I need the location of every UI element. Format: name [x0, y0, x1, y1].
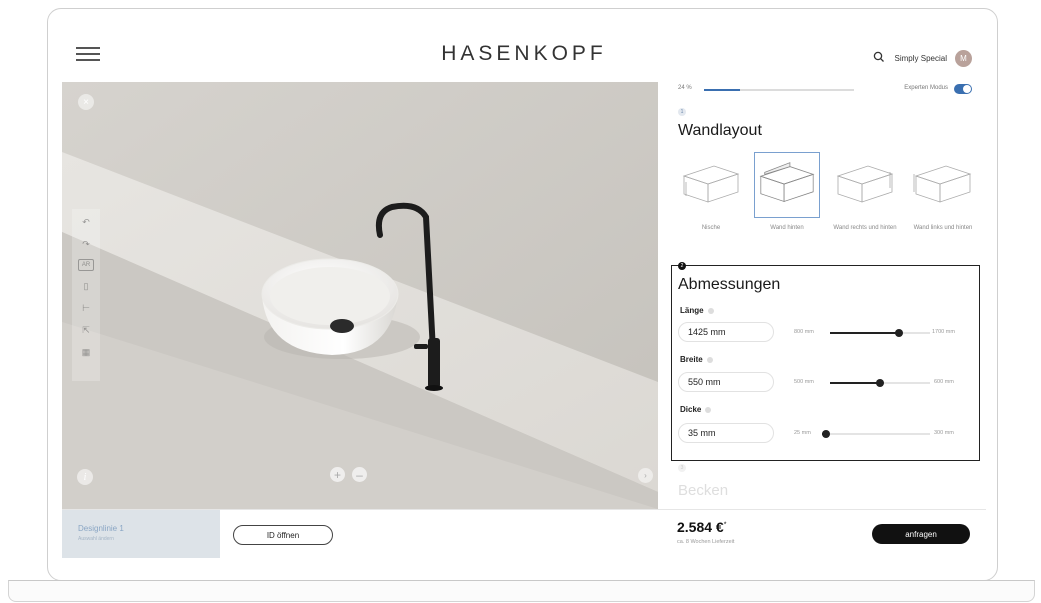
faucet-base: [425, 385, 443, 391]
menu-icon[interactable]: [76, 47, 100, 61]
zoom-in-icon[interactable]: +: [330, 467, 345, 482]
thickness-min-label: 25 mm: [794, 430, 811, 436]
step-2-indicator: 2: [678, 262, 686, 270]
dim-label-breite: Breite: [680, 355, 713, 364]
drain: [330, 319, 354, 333]
total-price: 2.584 €*: [677, 519, 726, 535]
width-min-label: 500 mm: [794, 379, 814, 385]
length-slider-handle[interactable]: [895, 329, 904, 337]
trash-icon[interactable]: ▯: [79, 279, 93, 293]
layout-option-wand-hinten[interactable]: Wand hinten: [754, 152, 820, 242]
progress-percent: 24 %: [678, 85, 692, 91]
layout-option-wand-rechts-und-hinten[interactable]: Wand rechts und hinten: [832, 152, 898, 242]
close-icon[interactable]: ×: [78, 94, 94, 110]
product-3d-viewer[interactable]: × ↶ ↷ AR ▯ ⊢ ⇱ ▦ i + – ›: [62, 82, 658, 509]
dim-label-text: Breite: [680, 355, 703, 364]
bowl-inside: [270, 267, 390, 325]
layout-option-label: Nische: [701, 225, 721, 231]
layout-option-image: [754, 152, 820, 218]
config-panel: 24 % Experten Modus 1 Wandlayout Nische …: [670, 82, 986, 509]
design-line-subtitle: Auswahl ändern: [78, 536, 114, 542]
price-footnote-mark: *: [723, 521, 727, 529]
length-input[interactable]: 1425 mm: [678, 322, 774, 342]
ar-icon[interactable]: AR: [78, 259, 94, 271]
laptop-base: [8, 580, 1035, 602]
section-title-wandlayout: Wandlayout: [678, 122, 762, 139]
step-1-indicator: 1: [678, 108, 686, 116]
layout-option-image: [678, 152, 744, 218]
dim-label-text: Dicke: [680, 405, 702, 414]
layout-option-image: [910, 152, 976, 218]
dim-label-laenge: Länge: [680, 306, 714, 315]
length-min-label: 800 mm: [794, 329, 814, 335]
layout-option-nische[interactable]: Nische: [678, 152, 744, 242]
info-icon[interactable]: i: [77, 469, 93, 485]
faucet-body: [428, 338, 440, 388]
width-max-label: 600 mm: [934, 379, 954, 385]
faucet-handle: [414, 344, 428, 349]
width-input[interactable]: 550 mm: [678, 372, 774, 392]
profile-name[interactable]: Simply Special: [895, 54, 947, 63]
configurator-app: HASENKOPF Simply Special M × ↶ ↷ AR ▯ ⊢ …: [62, 22, 986, 558]
layout-option-image: [832, 152, 898, 218]
dim-label-text: Länge: [680, 306, 704, 315]
avatar[interactable]: M: [955, 49, 972, 67]
chevron-right-icon[interactable]: ›: [638, 468, 653, 483]
wall-layout-options: Nische Wand hinten Wand rechts und hinte…: [678, 152, 978, 242]
layout-option-wand-links-und-hinten[interactable]: Wand links und hinten: [910, 152, 976, 242]
thickness-max-label: 300 mm: [934, 430, 954, 436]
scene-render: [62, 82, 658, 509]
info-icon[interactable]: [707, 307, 714, 314]
header: HASENKOPF Simply Special M: [62, 22, 986, 82]
header-actions: Simply Special M: [873, 49, 972, 67]
length-max-label: 1700 mm: [932, 329, 955, 335]
share-icon[interactable]: ⇱: [79, 323, 93, 337]
grid-icon[interactable]: ▦: [79, 345, 93, 359]
thickness-slider-handle[interactable]: [821, 430, 830, 438]
dim-label-dicke: Dicke: [680, 405, 712, 414]
expert-mode-label: Experten Modus: [904, 85, 948, 91]
thickness-input[interactable]: 35 mm: [678, 423, 774, 443]
search-icon[interactable]: [873, 51, 887, 65]
layout-option-label: Wand links und hinten: [913, 225, 973, 231]
footer-bar: Designlinie 1 Auswahl ändern ID öffnen 2…: [62, 509, 986, 558]
thickness-slider-track[interactable]: [822, 433, 930, 435]
design-line-title: Designlinie 1: [78, 524, 124, 533]
layout-option-label: Wand hinten: [770, 225, 804, 231]
redo-icon[interactable]: ↷: [79, 237, 93, 251]
zoom-out-icon[interactable]: –: [352, 467, 367, 482]
design-line-selector[interactable]: Designlinie 1 Auswahl ändern: [62, 510, 220, 558]
section-title-abmessungen: Abmessungen: [678, 276, 781, 293]
length-slider-fill: [830, 332, 900, 334]
width-slider-handle[interactable]: [876, 379, 884, 387]
request-quote-button[interactable]: anfragen: [872, 524, 970, 544]
info-icon[interactable]: [706, 356, 713, 363]
step-3-indicator: 3: [678, 464, 686, 472]
delivery-time: ca. 8 Wochen Lieferzeit: [677, 539, 735, 545]
open-id-button[interactable]: ID öffnen: [233, 525, 333, 545]
undo-icon[interactable]: ↶: [79, 215, 93, 229]
progress-row: 24 % Experten Modus: [678, 84, 978, 96]
width-slider-fill: [830, 382, 880, 384]
progress-bar: [704, 89, 854, 91]
section-title-becken[interactable]: Becken: [678, 482, 728, 499]
ruler-icon[interactable]: ⊢: [79, 301, 93, 315]
price-value: 2.584 €: [677, 519, 724, 535]
info-icon[interactable]: [705, 406, 712, 413]
dimensions-section: 2 Abmessungen Länge 1425 mm 800 mm 1700 …: [671, 262, 980, 461]
progress-bar-fill: [704, 89, 740, 91]
expert-mode-toggle[interactable]: [954, 84, 972, 94]
brand-logo: HASENKOPF: [441, 42, 607, 65]
viewer-toolbar: ↶ ↷ AR ▯ ⊢ ⇱ ▦: [72, 209, 100, 381]
layout-option-label: Wand rechts und hinten: [833, 225, 897, 231]
